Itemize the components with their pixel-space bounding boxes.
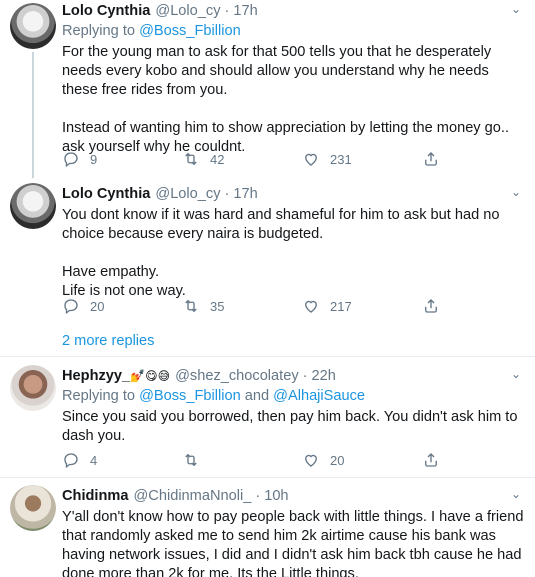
display-name[interactable]: Chidinma [62, 487, 128, 506]
avatar[interactable] [10, 485, 56, 531]
mention-link[interactable]: @Boss_Fbillion [139, 388, 241, 404]
tweet-header: Lolo Cynthia @Lolo_cy · 17h [62, 185, 525, 204]
reply-button[interactable]: 9 [62, 150, 182, 168]
timeline: Lolo Cynthia @Lolo_cy · 17h ⌄ Replying t… [0, 0, 535, 577]
like-button[interactable]: 217 [302, 297, 422, 315]
avatar[interactable] [10, 183, 56, 229]
share-button[interactable] [422, 297, 535, 315]
retweet-button[interactable]: 42 [182, 150, 302, 168]
tweet-text: For the young man to ask for that 500 te… [62, 44, 509, 155]
retweet-icon [185, 152, 197, 166]
like-count: 231 [330, 151, 352, 167]
retweet-button[interactable] [182, 451, 302, 469]
tweet[interactable]: Lolo Cynthia @Lolo_cy · 17h ⌄ You dont k… [0, 180, 535, 330]
like-icon [305, 153, 317, 166]
reply-count: 4 [90, 452, 98, 468]
user-handle[interactable]: @ChidinmaNnoli_ [133, 487, 251, 506]
share-icon [425, 453, 437, 467]
retweet-icon [185, 299, 197, 313]
separator-dot: · [224, 186, 230, 202]
chevron-down-icon[interactable]: ⌄ [511, 185, 521, 199]
retweet-count: 42 [210, 151, 225, 167]
tweet[interactable]: Chidinma @ChidinmaNnoli_ · 10h ⌄ Y'all d… [0, 482, 535, 577]
chevron-down-icon[interactable]: ⌄ [511, 487, 521, 501]
chevron-down-icon[interactable]: ⌄ [511, 367, 521, 381]
name-emojis: 💅😋😅 [130, 369, 171, 383]
tweet-header: Chidinma @ChidinmaNnoli_ · 10h [62, 487, 525, 506]
reply-count: 20 [90, 298, 105, 314]
reply-button[interactable]: 4 [62, 451, 182, 469]
tweet-actions: 20 35 217 [62, 297, 535, 315]
more-replies-link[interactable]: 2 more replies [62, 332, 154, 351]
display-name[interactable]: Hephzyy_ [62, 367, 130, 386]
reply-count: 9 [90, 151, 98, 167]
retweet-button[interactable]: 35 [182, 297, 302, 315]
mention-link[interactable]: @Boss_Fbillion [139, 23, 241, 39]
divider [0, 356, 535, 357]
retweet-count: 35 [210, 298, 225, 314]
like-icon [305, 454, 317, 467]
user-handle[interactable]: @Lolo_cy [155, 2, 220, 21]
retweet-icon [185, 453, 197, 467]
tweet-header: Lolo Cynthia @Lolo_cy · 17h [62, 2, 525, 21]
mention-link[interactable]: @AlhajiSauce [273, 388, 365, 404]
divider [0, 477, 535, 478]
display-name[interactable]: Lolo Cynthia [62, 2, 150, 21]
share-icon [425, 152, 437, 166]
user-handle[interactable]: @shez_chocolatey [175, 367, 299, 386]
timestamp[interactable]: 22h [312, 367, 336, 386]
timestamp[interactable]: 17h [233, 2, 257, 21]
timestamp[interactable]: 10h [264, 487, 288, 506]
like-icon [305, 300, 317, 313]
share-button[interactable] [422, 451, 535, 469]
tweet-actions: 4 20 [62, 451, 535, 469]
tweet-actions: 9 42 231 [62, 150, 535, 168]
like-button[interactable]: 231 [302, 150, 422, 168]
tweet[interactable]: Hephzyy_ 💅😋😅 @shez_chocolatey · 22h ⌄ Re… [0, 362, 535, 474]
timestamp[interactable]: 17h [233, 185, 257, 204]
avatar[interactable] [10, 3, 56, 49]
like-count: 217 [330, 298, 352, 314]
reply-icon [64, 453, 78, 469]
avatar[interactable] [10, 365, 56, 411]
tweet-text: You dont know if it was hard and shamefu… [62, 207, 500, 299]
like-count: 20 [330, 452, 345, 468]
user-handle[interactable]: @Lolo_cy [155, 185, 220, 204]
thread-line [32, 52, 34, 178]
reply-icon [64, 152, 78, 168]
replying-to: Replying to @Boss_Fbillion [62, 23, 241, 39]
tweet-text: Since you said you borrowed, then pay hi… [62, 409, 522, 444]
reply-icon [64, 299, 78, 315]
chevron-down-icon[interactable]: ⌄ [511, 2, 521, 16]
separator-dot: · [302, 368, 308, 384]
like-button[interactable]: 20 [302, 451, 422, 469]
reply-button[interactable]: 20 [62, 297, 182, 315]
tweet[interactable]: Lolo Cynthia @Lolo_cy · 17h ⌄ Replying t… [0, 0, 535, 178]
separator-dot: · [224, 3, 230, 19]
tweet-header: Hephzyy_ 💅😋😅 @shez_chocolatey · 22h [62, 367, 525, 386]
share-button[interactable] [422, 150, 535, 168]
replying-to: Replying to @Boss_Fbillion and @AlhajiSa… [62, 388, 366, 404]
share-icon [425, 299, 437, 313]
display-name[interactable]: Lolo Cynthia [62, 185, 150, 204]
tweet-text: Y'all don't know how to pay people back … [62, 509, 528, 577]
separator-dot: · [255, 488, 261, 504]
